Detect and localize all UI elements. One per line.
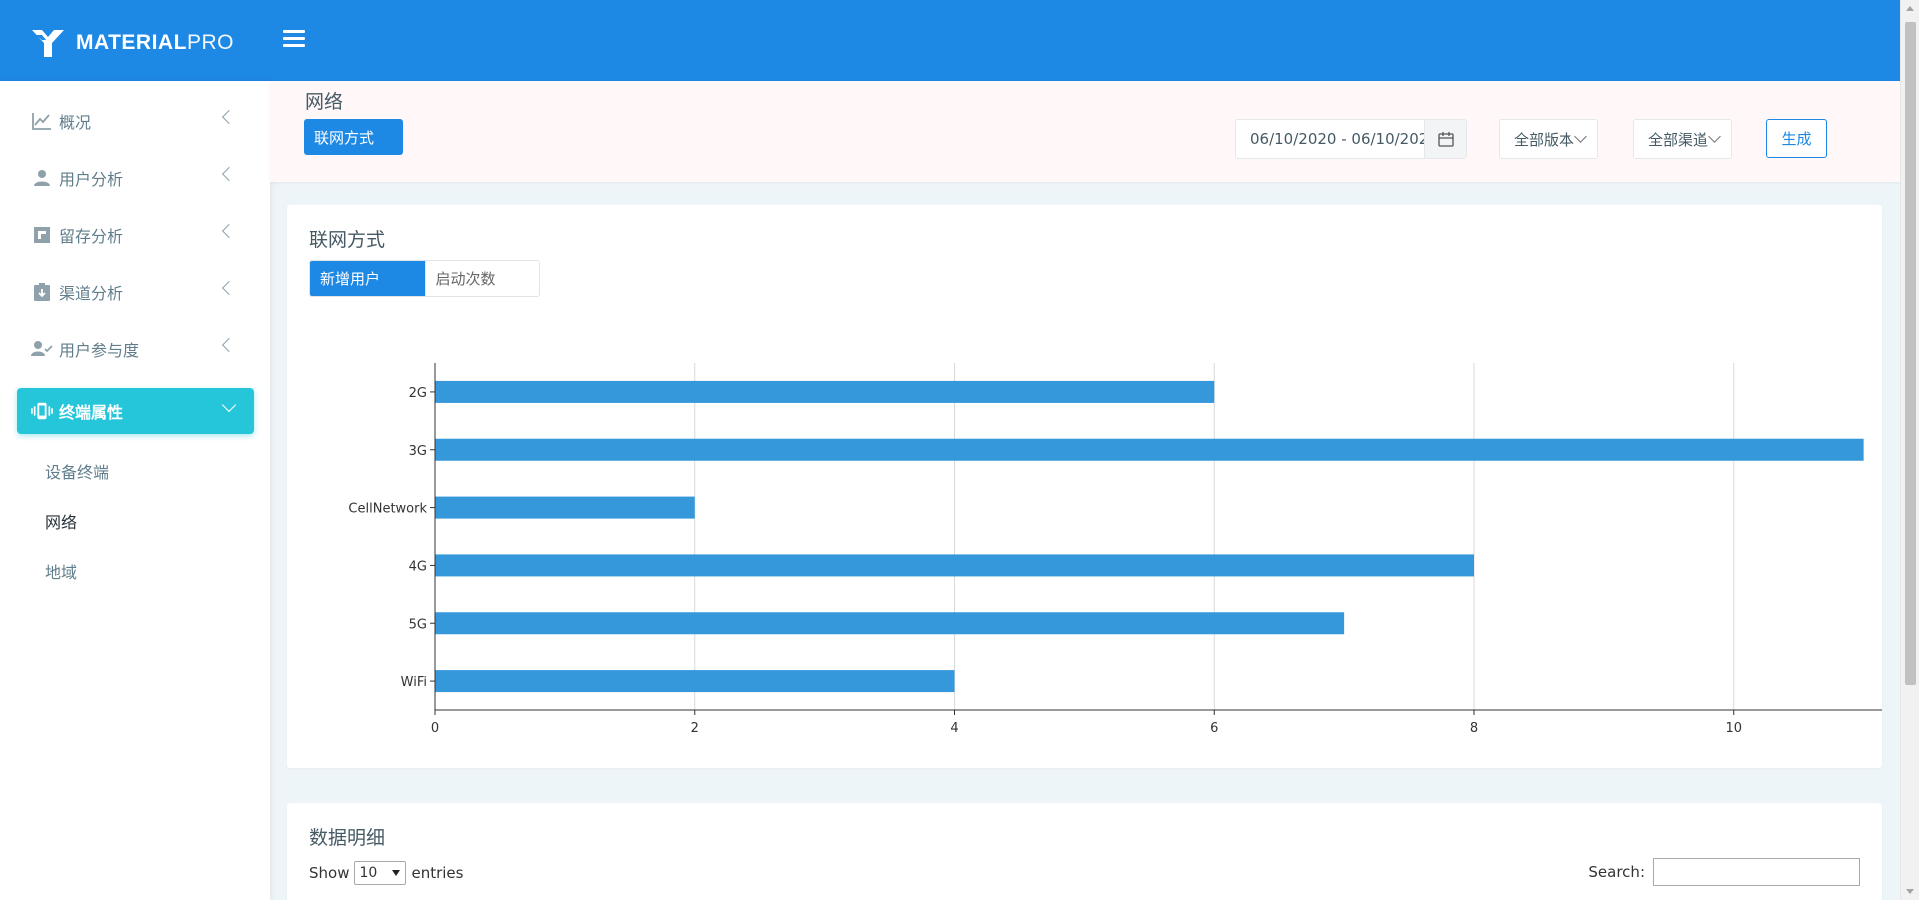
material-logo-icon (32, 30, 64, 57)
x-tick-label: 8 (1470, 721, 1478, 736)
y-tick-label: 2G (409, 386, 427, 401)
table-search: Search: (1588, 858, 1860, 886)
bar (435, 554, 1474, 577)
x-tick-label: 2 (691, 721, 699, 736)
sidebar-item-terminal[interactable]: 终端属性 (17, 388, 254, 434)
bar (435, 612, 1345, 635)
sidebar-item-label: 渠道分析 (59, 284, 124, 303)
chevron-left-icon (221, 223, 237, 239)
clipboard-icon (31, 281, 53, 303)
bar (435, 670, 955, 693)
generate-button[interactable]: 生成 (1766, 119, 1827, 158)
sidebar-item-label: 用户分析 (59, 170, 124, 189)
sidebar: 概况 用户分析 留存分析 渠道分析 用户参与度 终端属性 设备终端 网络 地域 (0, 81, 270, 900)
retention-icon (31, 224, 53, 246)
page-header: 网络 联网方式 全部版本 全部渠道 生成 (270, 81, 1900, 182)
chevron-down-icon (221, 397, 237, 413)
date-range-input[interactable] (1236, 120, 1424, 158)
bar (435, 496, 695, 519)
y-tick-label: CellNetwork (348, 502, 427, 517)
sidebar-item-user-analysis[interactable]: 用户分析 (17, 155, 254, 201)
y-tick-label: WiFi (401, 675, 427, 690)
bar (435, 438, 1864, 461)
version-select[interactable]: 全部版本 (1499, 119, 1598, 159)
y-tick-label: 4G (409, 559, 427, 574)
caret-down-icon (392, 870, 401, 876)
sidebar-item-label: 终端属性 (59, 403, 124, 422)
sidebar-item-channel[interactable]: 渠道分析 (17, 269, 254, 315)
table-length-control: Show 10 entries (309, 861, 463, 885)
page-title: 网络 (305, 91, 344, 113)
page-scrollbar[interactable] (1900, 0, 1919, 900)
channel-select[interactable]: 全部渠道 (1633, 119, 1732, 159)
table-card-title: 数据明细 (309, 827, 386, 849)
x-tick-label: 10 (1725, 721, 1742, 736)
chevron-left-icon (221, 109, 237, 125)
search-input[interactable] (1653, 858, 1860, 886)
scroll-up-icon[interactable] (1906, 6, 1914, 11)
sidebar-item-retention[interactable]: 留存分析 (17, 212, 254, 258)
y-tick-label: 3G (409, 444, 427, 459)
bar (435, 380, 1215, 403)
user-icon (31, 167, 53, 189)
chevron-down-icon (1574, 130, 1587, 143)
calendar-icon[interactable] (1424, 120, 1466, 158)
chevron-left-icon (221, 280, 237, 296)
y-tick-label: 5G (409, 617, 427, 632)
date-range-picker (1235, 119, 1467, 159)
chevron-left-icon (221, 166, 237, 182)
x-tick-label: 6 (1210, 721, 1218, 736)
scroll-down-icon[interactable] (1906, 889, 1914, 894)
chart-line-icon (31, 110, 53, 132)
chevron-left-icon (221, 337, 237, 353)
sidebar-subitem-device[interactable]: 设备终端 (45, 459, 109, 483)
sidebar-subitem-network[interactable]: 网络 (45, 509, 77, 533)
sidebar-item-engagement[interactable]: 用户参与度 (17, 326, 254, 372)
menu-toggle-icon[interactable] (283, 30, 305, 48)
sidebar-item-label: 用户参与度 (59, 341, 140, 360)
tab-network-type[interactable]: 联网方式 (304, 119, 403, 155)
scrollbar-thumb[interactable] (1905, 22, 1916, 685)
sidebar-subitem-region[interactable]: 地域 (45, 559, 77, 583)
logo[interactable]: MATERIALPRO (30, 27, 234, 59)
entries-select[interactable]: 10 (354, 861, 407, 885)
vibrate-phone-icon (31, 400, 53, 422)
sidebar-item-overview[interactable]: 概况 (17, 98, 254, 144)
sidebar-item-label: 留存分析 (59, 227, 124, 246)
x-tick-label: 0 (431, 721, 439, 736)
user-check-icon (31, 338, 53, 360)
logo-text: MATERIALPRO (76, 31, 234, 54)
chevron-down-icon (1708, 130, 1721, 143)
network-bar-chart: 2G 3G CellNetwork 4G 5G WiFi 0 2 4 6 8 10 (348, 363, 1882, 736)
chart-card: 联网方式 新增用户 启动次数 2G 3G CellNetwork 4G 5G WiFi 0 2… (287, 205, 1882, 768)
x-tick-label: 4 (950, 721, 958, 736)
sidebar-item-label: 概况 (59, 113, 92, 132)
topbar: MATERIALPRO (0, 0, 1919, 81)
data-detail-card: 数据明细 Show 10 entries Search: (287, 803, 1882, 900)
